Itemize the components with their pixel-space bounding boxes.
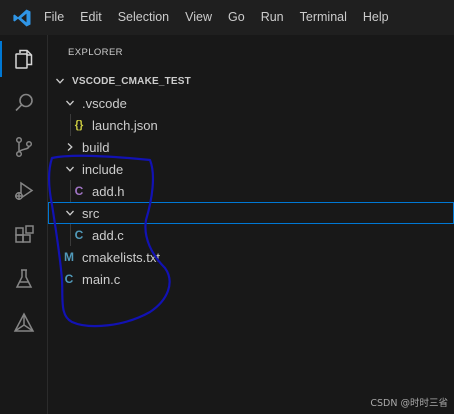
- tree-item-src-folder[interactable]: src: [48, 202, 454, 224]
- menu-edit[interactable]: Edit: [72, 0, 110, 35]
- tree-item-label: launch.json: [92, 117, 158, 133]
- menu-bar: File Edit Selection View Go Run Terminal…: [44, 0, 397, 35]
- explorer-icon[interactable]: [0, 37, 47, 81]
- search-icon[interactable]: [0, 81, 47, 125]
- activity-bar: [0, 35, 48, 414]
- tree-item-label: add.h: [92, 183, 125, 199]
- c-source-file-icon: C: [64, 272, 74, 286]
- tree-item-vscode-folder[interactable]: .vscode: [48, 92, 454, 114]
- menu-view[interactable]: View: [177, 0, 220, 35]
- cmake-icon[interactable]: [0, 301, 47, 345]
- chevron-down-icon: [64, 97, 76, 109]
- menu-file[interactable]: File: [44, 0, 72, 35]
- chevron-down-icon: [64, 163, 76, 175]
- tree-item-label: include: [82, 161, 124, 177]
- extensions-icon[interactable]: [0, 213, 47, 257]
- menu-run[interactable]: Run: [253, 0, 292, 35]
- chevron-down-icon: [64, 207, 76, 219]
- c-header-file-icon: C: [74, 184, 84, 198]
- run-debug-icon[interactable]: [0, 169, 47, 213]
- testing-icon[interactable]: [0, 257, 47, 301]
- sidebar-title: EXPLORER: [68, 47, 123, 58]
- tree-item-include-folder[interactable]: include: [48, 158, 454, 180]
- menu-selection[interactable]: Selection: [110, 0, 177, 35]
- workspace-folder-header[interactable]: VSCODE_CMAKE_TEST: [48, 70, 454, 92]
- tree-item-label: main.c: [82, 271, 121, 287]
- tree-item-label: add.c: [92, 227, 124, 243]
- tree-item-label: .vscode: [82, 95, 127, 111]
- watermark: CSDN @时时三省: [370, 398, 448, 409]
- chevron-down-icon: [54, 75, 66, 87]
- chevron-right-icon: [64, 141, 76, 153]
- tree-item-label: src: [82, 205, 100, 221]
- title-bar: File Edit Selection View Go Run Terminal…: [0, 0, 454, 35]
- tree-item-build-folder[interactable]: build: [48, 136, 454, 158]
- tree-item-add-c[interactable]: C add.c: [48, 224, 454, 246]
- tree-item-launch-json[interactable]: {} launch.json: [48, 114, 454, 136]
- workspace-folder-name: VSCODE_CMAKE_TEST: [72, 75, 191, 87]
- explorer-sidebar: EXPLORER VSCODE_CMAKE_TEST .vscode {} la…: [48, 35, 454, 414]
- tree-item-add-h[interactable]: C add.h: [48, 180, 454, 202]
- menu-help[interactable]: Help: [355, 0, 397, 35]
- menu-go[interactable]: Go: [220, 0, 253, 35]
- tree-item-label: cmakelists.txt: [82, 249, 161, 265]
- markdown-file-icon: M: [64, 250, 74, 264]
- c-source-file-icon: C: [74, 228, 84, 242]
- vscode-logo-icon: [0, 0, 44, 35]
- menu-terminal[interactable]: Terminal: [292, 0, 355, 35]
- source-control-icon[interactable]: [0, 125, 47, 169]
- tree-item-label: build: [82, 139, 110, 155]
- tree-item-cmakelists[interactable]: M cmakelists.txt: [48, 246, 454, 268]
- json-file-icon: {}: [74, 119, 84, 131]
- tree-item-main-c[interactable]: C main.c: [48, 268, 454, 290]
